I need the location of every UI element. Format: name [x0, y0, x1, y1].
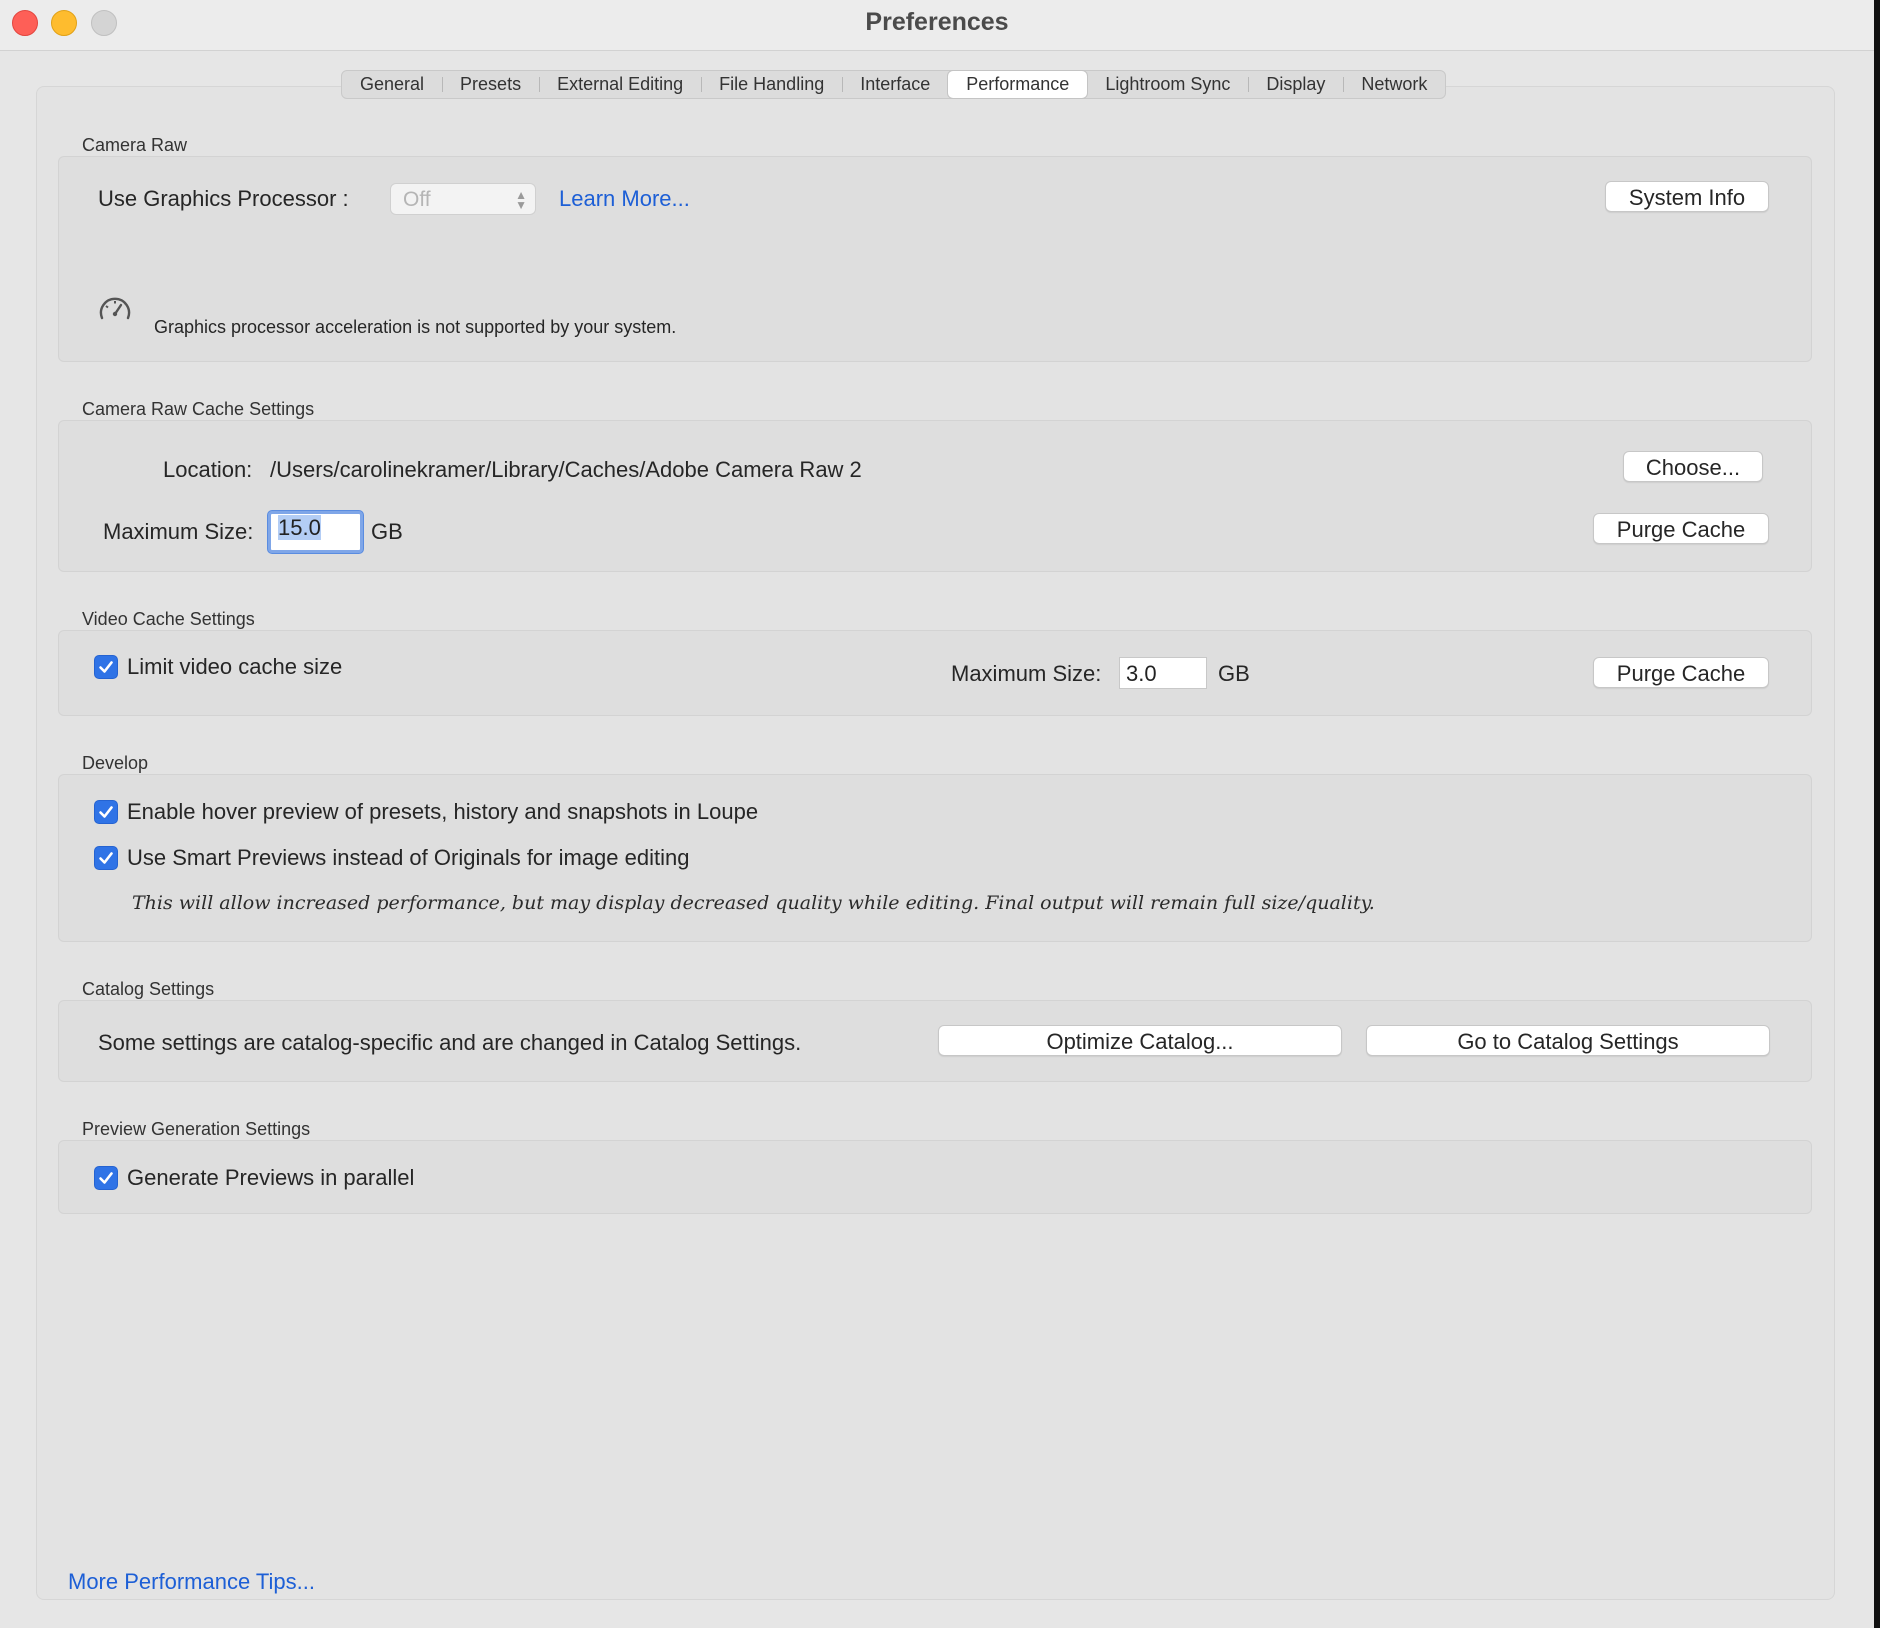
- develop-panel: Enable hover preview of presets, history…: [58, 774, 1812, 942]
- smart-previews-label: Use Smart Previews instead of Originals …: [127, 845, 690, 870]
- catalog-panel: Some settings are catalog-specific and a…: [58, 1000, 1812, 1082]
- tab-presets[interactable]: Presets: [442, 71, 539, 98]
- gpu-unsupported-message: Graphics processor acceleration is not s…: [154, 317, 677, 337]
- select-arrows-icon: ▲ ▼: [515, 188, 527, 212]
- checkmark-icon: [99, 661, 113, 673]
- purge-video-cache-button[interactable]: Purge Cache: [1593, 657, 1769, 688]
- gpu-label: Use Graphics Processor :: [98, 186, 349, 211]
- gpu-select[interactable]: Off ▲ ▼: [390, 183, 536, 215]
- gpu-select-value: Off: [403, 188, 431, 211]
- tab-bar: General Presets External Editing File Ha…: [341, 70, 1447, 99]
- smart-previews-checkbox[interactable]: [94, 846, 118, 870]
- cache-panel: Location: /Users/carolinekramer/Library/…: [58, 420, 1812, 572]
- tab-file-handling[interactable]: File Handling: [701, 71, 842, 98]
- tab-general[interactable]: General: [342, 71, 442, 98]
- preview-section-title: Preview Generation Settings: [82, 1119, 311, 1139]
- generate-parallel-label: Generate Previews in parallel: [127, 1165, 415, 1190]
- cache-max-size-value: 15.0: [278, 515, 321, 540]
- performance-tips-link[interactable]: More Performance Tips...: [68, 1569, 315, 1595]
- camera-raw-section-title: Camera Raw: [82, 135, 188, 155]
- video-size-unit: GB: [1218, 661, 1250, 686]
- tab-interface[interactable]: Interface: [842, 71, 948, 98]
- tab-external-editing[interactable]: External Editing: [539, 71, 701, 98]
- preferences-window: Preferences General Presets External Edi…: [0, 0, 1874, 1628]
- location-label: Location:: [163, 457, 253, 482]
- cache-size-unit: GB: [371, 519, 403, 544]
- checkmark-icon: [99, 1172, 113, 1184]
- video-max-size-label: Maximum Size:: [951, 661, 1102, 686]
- develop-section-title: Develop: [82, 753, 149, 773]
- video-max-size-input[interactable]: 3.0: [1119, 657, 1207, 689]
- limit-video-cache-label: Limit video cache size: [127, 654, 343, 679]
- learn-more-link[interactable]: Learn More...: [559, 186, 690, 212]
- tab-network[interactable]: Network: [1343, 71, 1445, 98]
- purge-cache-button[interactable]: Purge Cache: [1593, 513, 1769, 544]
- generate-parallel-checkbox[interactable]: [94, 1166, 118, 1190]
- max-size-label: Maximum Size:: [103, 519, 254, 544]
- video-cache-panel: Limit video cache size Maximum Size: 3.0…: [58, 630, 1812, 716]
- hover-preview-checkbox[interactable]: [94, 800, 118, 824]
- video-section-title: Video Cache Settings: [82, 609, 255, 629]
- camera-raw-panel: Use Graphics Processor : Off ▲ ▼ Learn Mo…: [58, 156, 1812, 362]
- location-path: /Users/carolinekramer/Library/Caches/Ado…: [270, 457, 862, 482]
- system-info-button[interactable]: System Info: [1605, 181, 1769, 212]
- go-to-catalog-settings-button[interactable]: Go to Catalog Settings: [1366, 1025, 1770, 1056]
- choose-location-button[interactable]: Choose...: [1623, 451, 1763, 482]
- smart-previews-note: This will allow increased performance, b…: [132, 892, 1375, 914]
- cache-max-size-input[interactable]: 15.0: [268, 511, 363, 553]
- desktop-edge: [1874, 0, 1880, 1628]
- catalog-section-title: Catalog Settings: [82, 979, 215, 999]
- gauge-icon: [97, 292, 133, 329]
- tab-performance[interactable]: Performance: [948, 71, 1088, 98]
- checkmark-icon: [99, 806, 113, 818]
- catalog-info-text: Some settings are catalog-specific and a…: [98, 1030, 802, 1055]
- hover-preview-label: Enable hover preview of presets, history…: [127, 799, 759, 824]
- tab-lightroom-sync[interactable]: Lightroom Sync: [1087, 71, 1248, 98]
- window-title: Preferences: [865, 8, 1009, 36]
- optimize-catalog-button[interactable]: Optimize Catalog...: [938, 1025, 1342, 1056]
- tab-display[interactable]: Display: [1248, 71, 1343, 98]
- preview-panel: Generate Previews in parallel: [58, 1140, 1812, 1214]
- title-bar[interactable]: Preferences: [0, 0, 1874, 51]
- checkmark-icon: [99, 852, 113, 864]
- cache-section-title: Camera Raw Cache Settings: [82, 399, 315, 419]
- limit-video-cache-checkbox[interactable]: [94, 655, 118, 679]
